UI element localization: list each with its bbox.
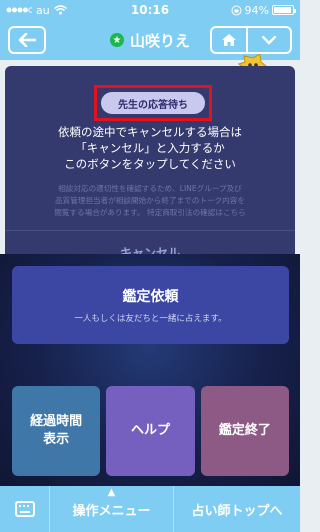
status-right: 94% [231, 3, 296, 17]
help-button[interactable]: ヘルプ [106, 386, 195, 476]
verified-star-icon: ★ [109, 33, 124, 47]
request-reading-button[interactable]: 鑑定依頼 一人もしくは友だちと一緒に占えます。 [12, 266, 289, 344]
notice-line: 相談対応の適切性を確認するため、LINEグループ及び [58, 184, 242, 193]
battery-percent: 94% [244, 3, 269, 17]
request-reading-label: 鑑定依頼 [122, 289, 179, 305]
menu-toggle-button[interactable] [248, 28, 290, 52]
nav-right-group [210, 26, 292, 54]
end-reading-button[interactable]: 鑑定終了 [200, 386, 289, 476]
bottom-bar: ▲ 操作メニュー 占い師トップへ [0, 486, 300, 532]
status-left: au [6, 4, 67, 17]
instruction-line: 依頼の途中でキャンセルする場合は [58, 125, 242, 139]
action-button-row: 経過時間 表示 ヘルプ 鑑定終了 [12, 386, 289, 476]
page-title: ★ 山咲りえ [109, 30, 190, 51]
waiting-card: 先生の応答待ち 依頼の途中でキャンセルする場合は 「キャンセル」と入力するか こ… [5, 66, 295, 274]
chevron-down-icon [262, 35, 276, 45]
notice-line: 閲覧する場合があります。 特定商取引法の確認はこちら [54, 208, 246, 217]
back-arrow-icon [18, 33, 36, 47]
counselor-name: 山咲りえ [129, 31, 190, 50]
keyboard-button[interactable] [0, 486, 50, 532]
elapsed-time-label-line2: 表示 [43, 432, 70, 447]
back-button[interactable] [8, 26, 46, 54]
privacy-notice: 相談対応の適切性を確認するため、LINEグループ及び 品質管理担当者が相談開始か… [23, 183, 277, 219]
fortune-teller-top-button[interactable]: 占い師トップへ [174, 486, 300, 532]
keyboard-icon [14, 501, 35, 517]
signal-icon [6, 7, 32, 13]
notice-line: 品質管理担当者が相談開始から終了までのトーク内容を [55, 196, 245, 205]
orientation-lock-icon [231, 5, 242, 15]
wifi-icon [53, 5, 67, 15]
request-reading-subtext: 一人もしくは友だちと一緒に占えます。 [74, 314, 227, 324]
navbar: ★ 山咲りえ [0, 20, 300, 78]
elapsed-time-label-line1: 経過時間 [30, 414, 83, 429]
home-icon [222, 34, 236, 46]
instruction-line: このボタンをタップしてください [64, 157, 236, 171]
cancel-instruction: 依頼の途中でキャンセルする場合は 「キャンセル」と入力するか このボタンをタップ… [5, 124, 295, 172]
highlight-annotation [94, 85, 212, 121]
action-panel: 鑑定依頼 一人もしくは友だちと一緒に占えます。 経過時間 表示 ヘルプ 鑑定終了 [0, 254, 300, 486]
battery-icon [272, 5, 296, 15]
elapsed-time-button[interactable]: 経過時間 表示 [12, 386, 101, 476]
operation-menu-label: 操作メニュー [72, 503, 151, 519]
caret-up-icon: ▲ [107, 487, 116, 498]
status-bar: au 10:16 94% [0, 0, 300, 20]
home-button[interactable] [212, 28, 248, 52]
instruction-line: 「キャンセル」と入力するか [75, 141, 225, 155]
operation-menu-button[interactable]: ▲ 操作メニュー [50, 486, 174, 532]
carrier-label: au [36, 3, 50, 17]
